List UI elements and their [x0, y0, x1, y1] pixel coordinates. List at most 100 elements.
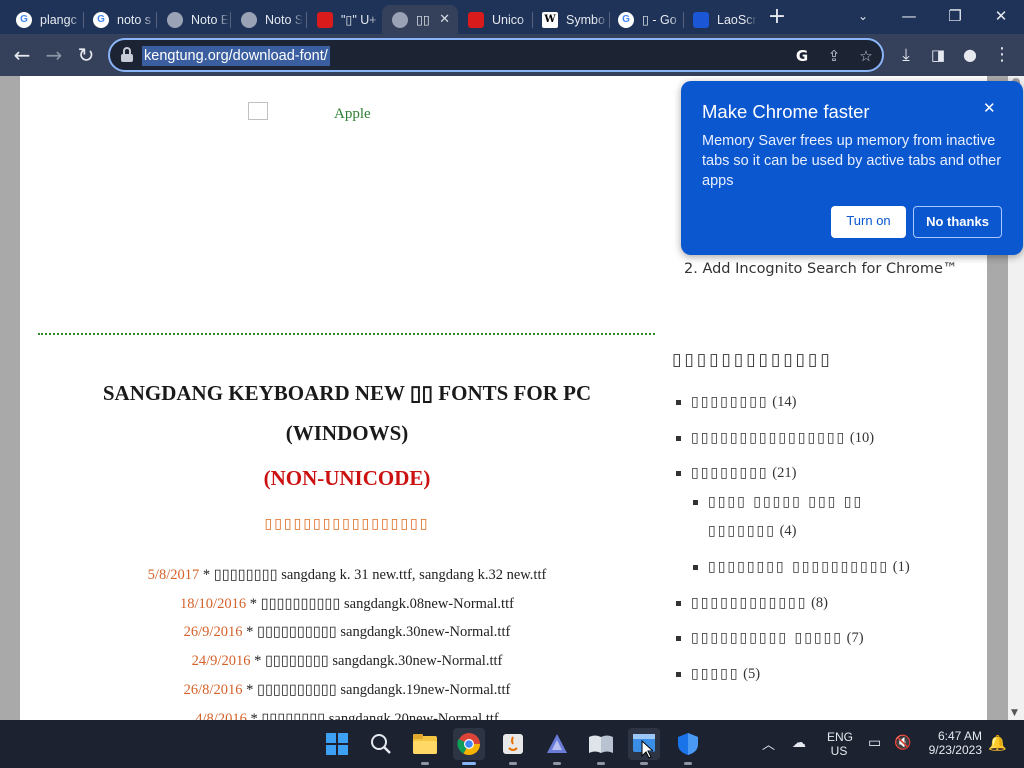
tab-9[interactable]: G ▯ - Go [608, 5, 682, 34]
back-button[interactable]: ← [8, 42, 36, 68]
tab-search-chevron-icon[interactable]: ⌄ [840, 0, 886, 32]
bullet-icon [676, 601, 681, 607]
release-text: * ▯▯▯▯▯▯▯▯ sangdangk.20new-Normal.ttf [246, 711, 499, 720]
shan-heading: ▯▯▯▯▯▯▯▯▯▯▯▯▯▯▯▯▯ [264, 516, 430, 532]
language-indicator[interactable]: ENG US [827, 730, 853, 758]
share-icon[interactable]: ⇪ [822, 45, 846, 67]
reload-button[interactable]: ↻ [72, 42, 100, 68]
popup-close-icon[interactable]: ✕ [983, 99, 996, 117]
category-item[interactable]: ▯▯▯▯▯▯▯▯ (21) [676, 465, 796, 482]
close-window-button[interactable]: ✕ [978, 0, 1024, 32]
tab-10[interactable]: LaoScr [683, 5, 757, 34]
start-windows-icon[interactable] [321, 728, 353, 760]
clock[interactable]: 6:47 AM 9/23/2023 [920, 729, 982, 757]
category-name[interactable]: ▯▯▯▯▯▯▯▯ [691, 394, 769, 410]
bullet-icon [676, 672, 681, 678]
scroll-down-arrow-icon[interactable]: ▼ [1011, 708, 1018, 718]
menu-kebab-icon[interactable]: ⋮ [988, 42, 1016, 68]
category-count: (4) [779, 523, 797, 539]
release-date: 26/9/2016 [183, 624, 243, 640]
category-name[interactable]: ▯▯▯▯▯▯▯▯▯▯▯▯▯▯▯▯ [691, 430, 846, 446]
side-panel-icon[interactable]: ◨ [924, 42, 952, 68]
category-name[interactable]: ▯▯▯▯ ▯▯▯▯▯ ▯▯▯ ▯▯ [708, 494, 863, 510]
category-name[interactable]: ▯▯▯▯▯▯▯▯▯▯▯▯ [691, 595, 807, 611]
bullet-icon [676, 471, 681, 477]
release-row: 5/8/2017 * ▯▯▯▯▯▯▯▯ sangdang k. 31 new.t… [60, 567, 634, 584]
category-name[interactable]: ▯▯▯▯▯▯▯▯ ▯▯▯▯▯▯▯▯▯▯ [708, 559, 889, 575]
popup-title: Make Chrome faster [702, 101, 870, 122]
inkscape-like-icon[interactable] [541, 728, 573, 765]
minimize-button[interactable]: — [886, 0, 932, 32]
category-item[interactable]: ▯▯▯▯▯▯▯▯▯▯▯▯▯▯▯▯ (10) [676, 430, 874, 447]
subcategory-item[interactable]: ▯▯▯▯ ▯▯▯▯▯ ▯▯▯ ▯▯ [693, 494, 863, 511]
tab-5[interactable]: "▯" U+ [307, 5, 381, 34]
category-count: (21) [772, 465, 797, 481]
no-thanks-button[interactable]: No thanks [913, 206, 1002, 238]
bullet-icon [676, 636, 681, 642]
forward-button[interactable]: → [40, 42, 68, 68]
release-text: * ▯▯▯▯▯▯▯▯▯▯ sangdangk.19new-Normal.ttf [242, 682, 511, 698]
display-network-icon[interactable]: ▭ [868, 734, 881, 751]
search-icon[interactable] [365, 728, 397, 760]
bullet-icon [693, 500, 698, 506]
google-icon: G [16, 11, 32, 28]
release-text: * ▯▯▯▯▯▯▯▯ sangdang k. 31 new.ttf, sangd… [199, 567, 547, 583]
release-text: * ▯▯▯▯▯▯▯▯▯▯ sangdangk.08new-Normal.ttf [246, 596, 514, 612]
lock-icon[interactable] [120, 47, 134, 63]
restore-button[interactable]: ❐ [932, 0, 978, 32]
release-date: 5/8/2017 [147, 567, 200, 583]
notification-bell-icon[interactable]: 🔔 [988, 734, 1007, 752]
new-tab-button[interactable]: + [764, 4, 790, 30]
category-item[interactable]: ▯▯▯▯▯▯▯▯ (14) [676, 394, 796, 411]
bullet-icon [676, 400, 681, 406]
volume-muted-icon[interactable]: 🔇 [894, 734, 911, 751]
release-date: 4/8/2016 [195, 711, 247, 720]
category-count: (10) [849, 430, 875, 446]
lang-bottom: US [830, 744, 848, 758]
category-item[interactable]: ▯▯▯▯▯▯▯▯▯▯▯▯ (8) [676, 595, 828, 612]
category-name-line2[interactable]: ▯▯▯▯▯▯▯ [708, 523, 776, 539]
close-tab-icon[interactable]: ✕ [439, 11, 450, 27]
release-row: 24/9/2016 * ▯▯▯▯▯▯▯▯ sangdangk.30new-Nor… [60, 653, 634, 670]
tab-label: "▯" U+ [341, 13, 377, 27]
tray-chevron-up-icon[interactable]: ︿ [762, 734, 775, 753]
release-row: 4/8/2016 * ▯▯▯▯▯▯▯▯ sangdangk.20new-Norm… [60, 711, 634, 720]
release-date: 26/8/2016 [183, 682, 243, 698]
category-count: (14) [772, 394, 797, 410]
tab-7[interactable]: Unico [458, 5, 532, 34]
category-name[interactable]: ▯▯▯▯▯▯▯▯▯▯ ▯▯▯▯▯ [691, 630, 843, 646]
chrome-taskbar-icon[interactable] [453, 728, 485, 765]
running-indicator [553, 762, 561, 765]
running-indicator [509, 762, 517, 765]
download-icon[interactable]: ⤓ [892, 42, 920, 68]
java-app-icon[interactable] [497, 728, 529, 765]
google-lens-icon[interactable]: G [790, 45, 814, 67]
onedrive-cloud-icon[interactable]: ☁ [792, 734, 806, 751]
url-text[interactable]: kengtung.org/download-font/ [142, 46, 330, 66]
tab-label: Noto E [191, 12, 229, 27]
tab-4[interactable]: Noto S [231, 5, 303, 34]
turn-on-button[interactable]: Turn on [831, 206, 906, 238]
sidebar-link-incognito[interactable]: 2. Add Incognito Search for Chrome™ [684, 261, 957, 277]
defender-shield-icon[interactable] [672, 728, 704, 765]
active-indicator [462, 762, 476, 765]
wikipedia-icon: W [542, 11, 558, 28]
category-count: (8) [811, 595, 828, 611]
globe-icon [392, 11, 408, 28]
tab-2[interactable]: G noto s [83, 5, 155, 34]
category-name[interactable]: ▯▯▯▯▯▯▯▯ [691, 465, 769, 481]
dictionary-app-icon[interactable] [585, 728, 617, 765]
tab-1[interactable]: G plangc [6, 5, 82, 34]
category-name[interactable]: ▯▯▯▯▯ [691, 666, 740, 682]
subcategory-item-cont[interactable]: ▯▯▯▯▯▯▯ (4) [708, 523, 796, 540]
category-item[interactable]: ▯▯▯▯▯▯▯▯▯▯ ▯▯▯▯▯ (7) [676, 630, 864, 647]
subcategory-item[interactable]: ▯▯▯▯▯▯▯▯ ▯▯▯▯▯▯▯▯▯▯ (1) [693, 559, 910, 576]
tab-3[interactable]: Noto E [157, 5, 229, 34]
profile-icon[interactable]: ● [956, 42, 984, 68]
tab-8[interactable]: W Symbo [532, 5, 608, 34]
category-item[interactable]: ▯▯▯▯▯ (5) [676, 666, 760, 683]
tab-6-active[interactable]: ▯▯ ✕ [382, 5, 458, 34]
address-bar[interactable]: kengtung.org/download-font/ G ⇪ ☆ [108, 38, 884, 72]
bookmark-star-icon[interactable]: ☆ [854, 45, 878, 67]
file-explorer-icon[interactable] [409, 728, 441, 765]
